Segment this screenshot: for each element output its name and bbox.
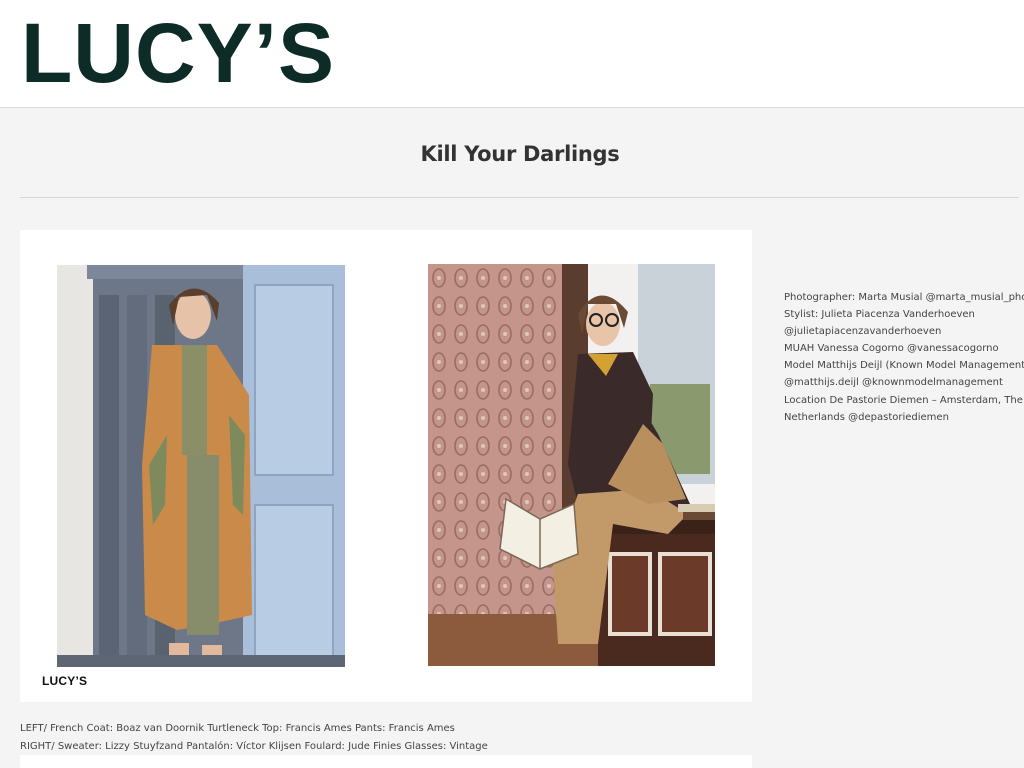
photo-credits: Photographer: Marta Musial @marta_musial… (784, 289, 1024, 426)
credit-line: @matthijs.deijl @knownmodelmanagement (784, 377, 1003, 389)
photo-left-image (57, 265, 345, 667)
credit-line: Model Matthijs Deijl (Known Model Manage… (784, 360, 1024, 372)
credit-line: Photographer: Marta Musial @marta_musial… (784, 292, 1024, 303)
card-brand-label: LUCY’S (42, 674, 88, 688)
credit-line: Netherlands @depastoriediemen (784, 411, 949, 423)
photo-right[interactable] (428, 264, 715, 666)
next-photo-card (20, 755, 752, 768)
photo-caption: LEFT/ French Coat: Boaz van Doornik Turt… (20, 720, 488, 756)
photo-right-image (428, 264, 715, 666)
credit-line: Location De Pastorie Diemen – Amsterdam,… (784, 394, 1023, 406)
photo-left[interactable] (57, 265, 345, 667)
credit-line: Stylist: Julieta Piacenza Vanderhoeven (784, 309, 975, 321)
caption-left: LEFT/ French Coat: Boaz van Doornik Turt… (20, 723, 455, 734)
credit-line: @julietapiacenzavanderhoeven (784, 326, 942, 338)
page-title: Kill Your Darlings (420, 142, 620, 166)
site-header: LUCY’S (0, 0, 1024, 108)
title-divider (20, 197, 1019, 198)
photo-card: LUCY’S (20, 230, 752, 702)
site-logo[interactable]: LUCY’S (21, 8, 335, 98)
caption-right: RIGHT/ Sweater: Lizzy Stuyfzand Pantalón… (20, 741, 488, 752)
credit-line: MUAH Vanessa Cogorno @vanessacogorno (784, 343, 999, 355)
